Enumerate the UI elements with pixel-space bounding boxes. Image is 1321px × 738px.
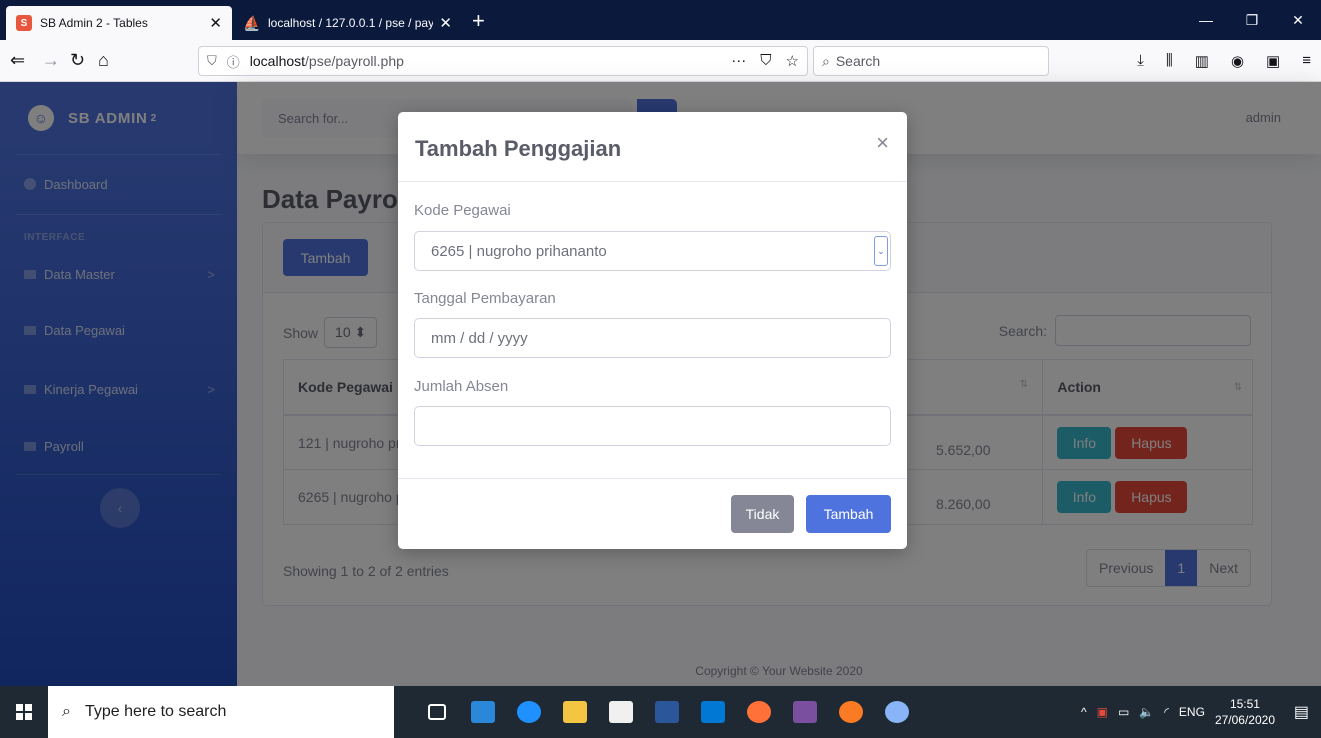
wifi-icon[interactable]: ◜ <box>1164 705 1169 719</box>
add-payroll-modal: Tambah Penggajian × Kode Pegawai 6265 | … <box>398 112 907 549</box>
window-controls: — ❐ ✕ <box>1183 0 1321 40</box>
search-icon: ⌕ <box>822 52 830 69</box>
browser-toolbar: ⤓ ⫼ ▥ ◉ ▣ ≡ <box>1137 52 1311 70</box>
store-icon[interactable] <box>598 686 644 738</box>
jumlah-absen-input[interactable] <box>414 406 891 446</box>
phpmyadmin-icon: ⛵ <box>243 14 261 31</box>
shield-icon[interactable]: ⛉ <box>207 53 217 69</box>
extension-icon[interactable]: ▣ <box>1266 52 1280 70</box>
mail-icon[interactable] <box>460 686 506 738</box>
snipping-icon[interactable] <box>874 686 920 738</box>
forward-icon[interactable]: → <box>42 50 60 71</box>
clock-date: 27/06/2020 <box>1214 713 1275 727</box>
vscode-icon[interactable] <box>690 686 736 738</box>
info-icon[interactable]: ⓘ <box>227 52 240 71</box>
url-path: /pse/payroll.php <box>305 53 404 69</box>
account-icon[interactable]: ◉ <box>1231 52 1244 70</box>
taskbar-search-placeholder: Type here to search <box>84 703 227 720</box>
xampp-icon[interactable] <box>828 686 874 738</box>
submit-button[interactable]: Tambah <box>806 495 891 533</box>
file-explorer-icon[interactable] <box>552 686 598 738</box>
date-placeholder: mm / dd / yyyy <box>431 329 528 347</box>
tab-label: SB Admin 2 - Tables <box>40 16 148 30</box>
home-icon[interactable]: ⌂ <box>98 50 109 71</box>
url-bar[interactable]: ⛉ ⓘ localhost/pse/payroll.php ··· ⛉ ☆ <box>198 46 808 76</box>
minimize-icon[interactable]: — <box>1183 0 1229 40</box>
close-window-icon[interactable]: ✕ <box>1275 0 1321 40</box>
acrobat-icon[interactable]: ▣ <box>1097 705 1108 719</box>
chevron-up-icon[interactable]: ^ <box>1081 705 1087 719</box>
download-icon[interactable]: ⤓ <box>1137 52 1144 70</box>
clock[interactable]: 15:51 27/06/2020 <box>1215 696 1275 728</box>
word-icon[interactable] <box>644 686 690 738</box>
language-indicator[interactable]: ENG <box>1179 705 1205 719</box>
battery-icon[interactable]: ▭ <box>1118 705 1129 719</box>
modal-title: Tambah Penggajian <box>415 136 622 161</box>
browser-search-placeholder: Search <box>835 53 881 69</box>
taskbar-apps <box>414 686 920 738</box>
field-label-jumlah-absen: Jumlah Absen <box>414 378 509 395</box>
close-icon[interactable]: × <box>876 130 889 156</box>
search-icon: ⌕ <box>62 703 71 720</box>
modal-header: Tambah Penggajian × <box>398 112 907 182</box>
back-icon[interactable]: ⇐ <box>10 50 25 71</box>
restore-icon[interactable]: ❐ <box>1229 0 1275 40</box>
kode-pegawai-select[interactable]: 6265 | nugroho prihananto ⌄ <box>414 231 891 271</box>
bookmark-star-icon[interactable]: ☆ <box>786 52 799 70</box>
reload-icon[interactable]: ↻ <box>70 50 85 71</box>
cancel-button[interactable]: Tidak <box>731 495 794 533</box>
kode-pegawai-value: 6265 | nugroho prihananto <box>431 242 607 260</box>
library-icon[interactable]: ⫼ <box>1166 52 1173 70</box>
field-label-kode-pegawai: Kode Pegawai <box>414 202 511 219</box>
tab-sb-admin[interactable]: S SB Admin 2 - Tables ✕ <box>6 6 232 40</box>
pocket-icon[interactable]: ⛉ <box>760 52 771 70</box>
tab-label: localhost / 127.0.0.1 / pse / pay <box>268 16 434 30</box>
taskbar: ⌕ Type here to search ^ ▣ ▭ 🔈 ◜ ENG 15:5… <box>0 686 1321 738</box>
field-label-tanggal: Tanggal Pembayaran <box>414 290 556 307</box>
chevron-down-icon: ⌄ <box>874 236 888 266</box>
start-button[interactable] <box>0 686 48 738</box>
tanggal-pembayaran-input[interactable]: mm / dd / yyyy <box>414 318 891 358</box>
clock-time: 15:51 <box>1229 697 1260 711</box>
volume-icon[interactable]: 🔈 <box>1139 705 1154 719</box>
task-view-icon[interactable] <box>414 686 460 738</box>
system-tray: ^ ▣ ▭ 🔈 ◜ ENG 15:51 27/06/2020 <box>1081 686 1275 738</box>
taskbar-search[interactable]: ⌕ Type here to search <box>48 686 394 738</box>
close-tab-icon[interactable]: ✕ <box>209 14 222 32</box>
sidebar-toggle-icon[interactable]: ▥ <box>1195 52 1209 70</box>
sb-icon: S <box>16 15 32 31</box>
firefox-icon[interactable] <box>736 686 782 738</box>
windows-icon <box>16 704 32 720</box>
notification-icon[interactable]: ▤ <box>1294 702 1309 722</box>
browser-tab-bar: S SB Admin 2 - Tables ✕ ⛵ localhost / 12… <box>0 0 1321 40</box>
page-actions-icon[interactable]: ··· <box>731 52 746 70</box>
browser-search-bar[interactable]: ⌕ Search <box>813 46 1049 76</box>
menu-icon[interactable]: ≡ <box>1302 52 1311 70</box>
winrar-icon[interactable] <box>782 686 828 738</box>
new-tab-icon[interactable]: + <box>472 8 485 34</box>
tab-phpmyadmin[interactable]: ⛵ localhost / 127.0.0.1 / pse / pay ✕ <box>234 6 462 40</box>
edge-icon[interactable] <box>506 686 552 738</box>
modal-footer: Tidak Tambah <box>398 478 907 549</box>
url-host: localhost <box>249 53 306 69</box>
close-tab-icon[interactable]: ✕ <box>439 14 452 32</box>
browser-navigation-bar: ⇐ → ↻ ⌂ ⛉ ⓘ localhost/pse/payroll.php ··… <box>0 40 1321 82</box>
